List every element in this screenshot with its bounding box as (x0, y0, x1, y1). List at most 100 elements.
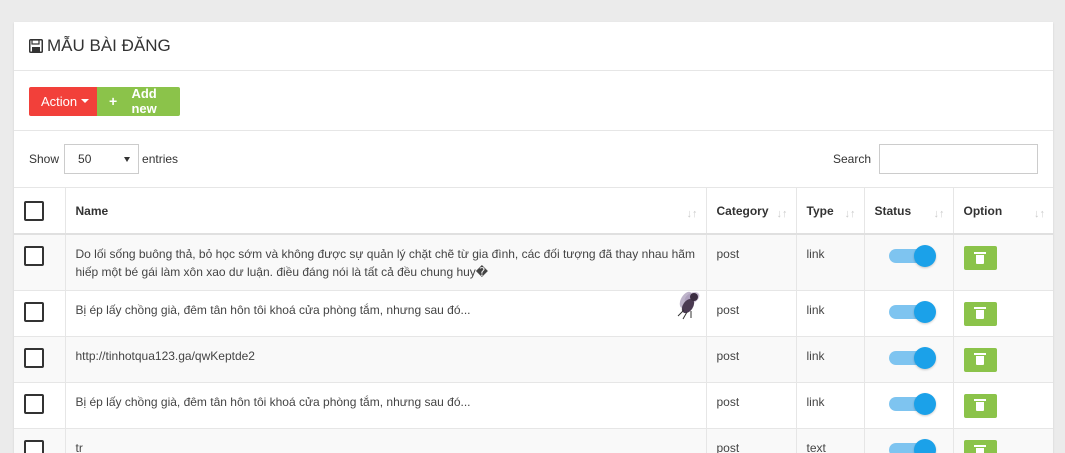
column-header-label: Type (806, 203, 834, 218)
row-checkbox[interactable] (24, 347, 44, 368)
row-checkbox[interactable] (24, 393, 44, 414)
plus-icon: + (109, 93, 118, 109)
name-cell: http://tinhotqua123.ga/qwKeptde2 (65, 336, 707, 383)
select-all-cell (14, 188, 66, 235)
sort-icon: ↓↑ (1034, 208, 1045, 220)
delete-button[interactable] (963, 347, 997, 372)
toggle-knob (913, 245, 936, 267)
table-row: Do lối sống buông thả, bỏ học sớm và khô… (14, 234, 1053, 291)
column-header-label: Category (716, 203, 769, 218)
row-checkbox[interactable] (24, 301, 44, 322)
entries-select[interactable]: 50 (64, 144, 140, 174)
save-icon (29, 39, 43, 53)
status-cell (864, 290, 954, 337)
column-header-category[interactable]: Category ↓↑ (706, 188, 797, 235)
entries-label: entries (142, 152, 179, 166)
status-toggle[interactable] (888, 346, 936, 369)
column-header-label: Status (874, 203, 912, 218)
column-header-status[interactable]: Status ↓↑ (864, 188, 954, 235)
toggle-knob (913, 300, 936, 323)
option-cell (953, 336, 1053, 383)
trash-icon (974, 251, 986, 264)
action-button[interactable]: Action (29, 86, 97, 116)
delete-button[interactable] (963, 301, 997, 326)
toggle-knob (913, 392, 936, 415)
option-cell (953, 382, 1053, 429)
toggle-knob (913, 438, 936, 453)
sort-icon: ↓↑ (776, 208, 788, 220)
status-cell (864, 428, 954, 453)
status-toggle[interactable] (888, 392, 936, 415)
type-cell: link (796, 382, 865, 429)
select-all-checkbox[interactable] (24, 200, 44, 221)
delete-button[interactable] (963, 439, 997, 453)
column-header-type[interactable]: Type ↓↑ (796, 188, 865, 235)
table-row: http://tinhotqua123.ga/qwKeptde2 post li… (14, 336, 1053, 383)
status-toggle[interactable] (888, 245, 936, 267)
option-cell (953, 428, 1053, 453)
status-toggle[interactable] (888, 438, 936, 453)
search-control: Search (833, 144, 1038, 174)
fly-icon (677, 291, 700, 320)
show-label: Show (29, 152, 60, 166)
type-cell: text (796, 428, 865, 453)
category-cell: post (706, 428, 797, 453)
category-cell: post (706, 382, 797, 429)
chevron-down-icon (124, 156, 131, 162)
trash-icon (974, 399, 986, 411)
row-checkbox-cell (14, 336, 66, 383)
name-cell: tr (65, 428, 707, 453)
option-cell (953, 234, 1053, 291)
row-checkbox-cell (14, 234, 66, 291)
toolbar: Action + Add new (14, 71, 1053, 131)
status-cell (864, 234, 954, 291)
category-cell: post (706, 290, 797, 337)
add-new-button-label: Add new (131, 86, 157, 116)
trash-icon (974, 307, 986, 319)
table-controls: Show 50 entries Search (14, 131, 1053, 188)
table-row: tr post text (14, 428, 1053, 453)
status-cell (864, 382, 954, 429)
search-label: Search (832, 152, 871, 166)
sort-icon: ↓↑ (933, 208, 945, 220)
table-row: Bị ép lấy chồng già, đêm tân hôn tôi kho… (14, 290, 1053, 337)
search-input[interactable] (879, 144, 1038, 174)
panel-header: MẪU BÀI ĐĂNG (14, 22, 1053, 71)
caret-down-icon (81, 99, 90, 103)
row-checkbox-cell (14, 290, 66, 337)
page-length-control: Show 50 entries (29, 144, 178, 174)
main-panel: MẪU BÀI ĐĂNG Action + Add new Show 50 en… (14, 22, 1053, 453)
delete-button[interactable] (963, 246, 997, 270)
toggle-knob (913, 346, 936, 369)
name-cell: Bị ép lấy chồng già, đêm tân hôn tôi kho… (65, 382, 707, 429)
status-toggle[interactable] (888, 300, 936, 323)
column-header-label: Option (963, 203, 1003, 218)
column-header-label: Name (75, 203, 109, 218)
page-title: MẪU BÀI ĐĂNG (47, 36, 171, 55)
status-cell (864, 336, 954, 383)
table-row: Bị ép lấy chồng già, đêm tân hôn tôi kho… (14, 382, 1053, 429)
name-cell: Bị ép lấy chồng già, đêm tân hôn tôi kho… (65, 290, 707, 337)
sort-icon: ↓↑ (844, 208, 856, 220)
sort-icon: ↓↑ (686, 208, 698, 220)
table-header-row: Name ↓↑ Category ↓↑ Type ↓↑ Status ↓↑ Option… (14, 188, 1053, 235)
delete-button[interactable] (963, 393, 997, 418)
row-checkbox-cell (14, 428, 66, 453)
action-button-label: Action (41, 93, 78, 109)
trash-icon (974, 445, 986, 453)
column-header-name[interactable]: Name ↓↑ (65, 188, 707, 235)
trash-icon (974, 353, 986, 365)
entries-select-value: 50 (78, 152, 92, 166)
row-checkbox-cell (14, 382, 66, 429)
row-checkbox[interactable] (24, 439, 44, 453)
name-cell: Do lối sống buông thả, bỏ học sớm và khô… (65, 234, 707, 291)
posts-table: Name ↓↑ Category ↓↑ Type ↓↑ Status ↓↑ Option… (14, 188, 1053, 453)
category-cell: post (706, 234, 797, 291)
add-new-button[interactable]: + Add new (97, 86, 180, 116)
option-cell (953, 290, 1053, 337)
type-cell: link (796, 234, 865, 291)
type-cell: link (796, 336, 865, 383)
type-cell: link (796, 290, 865, 337)
column-header-option[interactable]: Option ↓↑ (953, 188, 1053, 235)
row-checkbox[interactable] (24, 246, 44, 266)
